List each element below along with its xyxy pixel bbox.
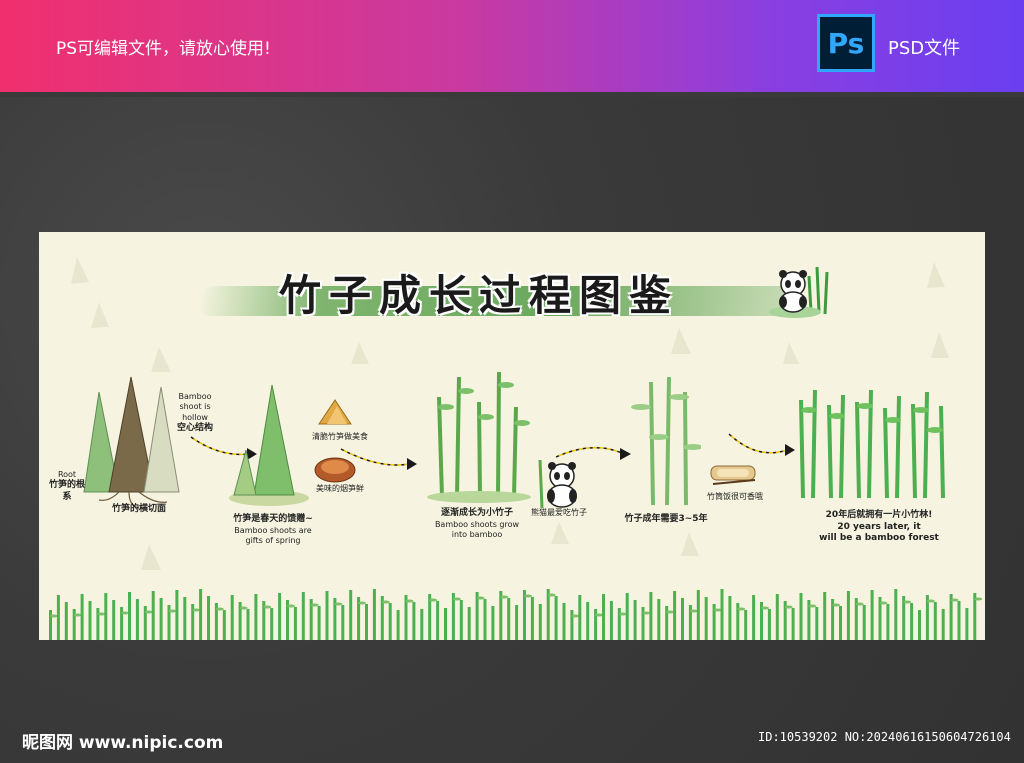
- footer-site-logo: 昵图网 www.nipic.com: [22, 733, 224, 753]
- title-panda-icon: [769, 266, 829, 318]
- stage5-caption-cn: 20年后就拥有一片小竹林!: [825, 510, 933, 520]
- footer-image-id: ID:10539202 NO:20240616150604726104: [758, 730, 1011, 744]
- stage4-caption: 竹子成年需要3~5年: [624, 514, 708, 524]
- stage2-caption-cn: 竹笋是春天的馈赠~: [233, 514, 313, 524]
- title-area: 竹子成长过程图鉴: [196, 262, 839, 322]
- root-label-cn: 竹笋的根系: [48, 480, 85, 503]
- bamboo-rice-icon: [710, 465, 756, 485]
- hollow-label-en: Bamboo shoot is hollow: [178, 392, 212, 422]
- stage2-food2-label: 美味的烟笋鲜: [316, 484, 364, 493]
- arrow-2-icon: [340, 448, 417, 470]
- stage3-caption-cn: 逐渐成长为小竹子: [440, 508, 513, 518]
- banner-left-text: PS可编辑文件，请放心使用!: [56, 39, 271, 59]
- stage5-caption-en-2: will be a bamboo forest: [819, 533, 939, 544]
- top-banner: PS可编辑文件，请放心使用! Ps PSD文件: [0, 0, 1024, 92]
- arrow-3-icon: [555, 446, 631, 460]
- stage2-shoot-illustration: [229, 384, 309, 506]
- arrow-4-icon: [728, 433, 795, 456]
- bamboo-board: 竹子成长过程图鉴 Root 竹笋的根系 Bamboo shoot is holl…: [39, 232, 985, 640]
- panda-caption: 熊猫最爱吃竹子: [531, 508, 587, 517]
- bamboo-rice-caption: 竹筒饭很可香哦: [707, 492, 763, 501]
- banner-right-text: PSD文件: [888, 38, 961, 59]
- stage2-caption-en: Bamboo shoots are gifts of spring: [234, 525, 312, 546]
- page-title: 竹子成长过程图鉴: [279, 271, 680, 320]
- stage5-caption-en-1: 20 years later, it: [837, 521, 921, 532]
- photoshop-icon: Ps: [817, 14, 875, 72]
- root-label-en: Root: [57, 470, 77, 479]
- stage2-food1-label: 清脆竹笋做美食: [312, 432, 368, 441]
- stage3-young-bamboo-illustration: [427, 371, 531, 503]
- stage4-adult-bamboo-illustration: [631, 377, 701, 506]
- stage1-caption: 竹笋的横切面: [111, 504, 166, 514]
- bamboo-fence-border: [49, 589, 983, 640]
- stage5-bamboo-forest-illustration: [799, 390, 945, 499]
- stage3-caption-en: Bamboo shoots grow into bamboo: [434, 519, 520, 540]
- stage2-food1-icon: [318, 399, 352, 425]
